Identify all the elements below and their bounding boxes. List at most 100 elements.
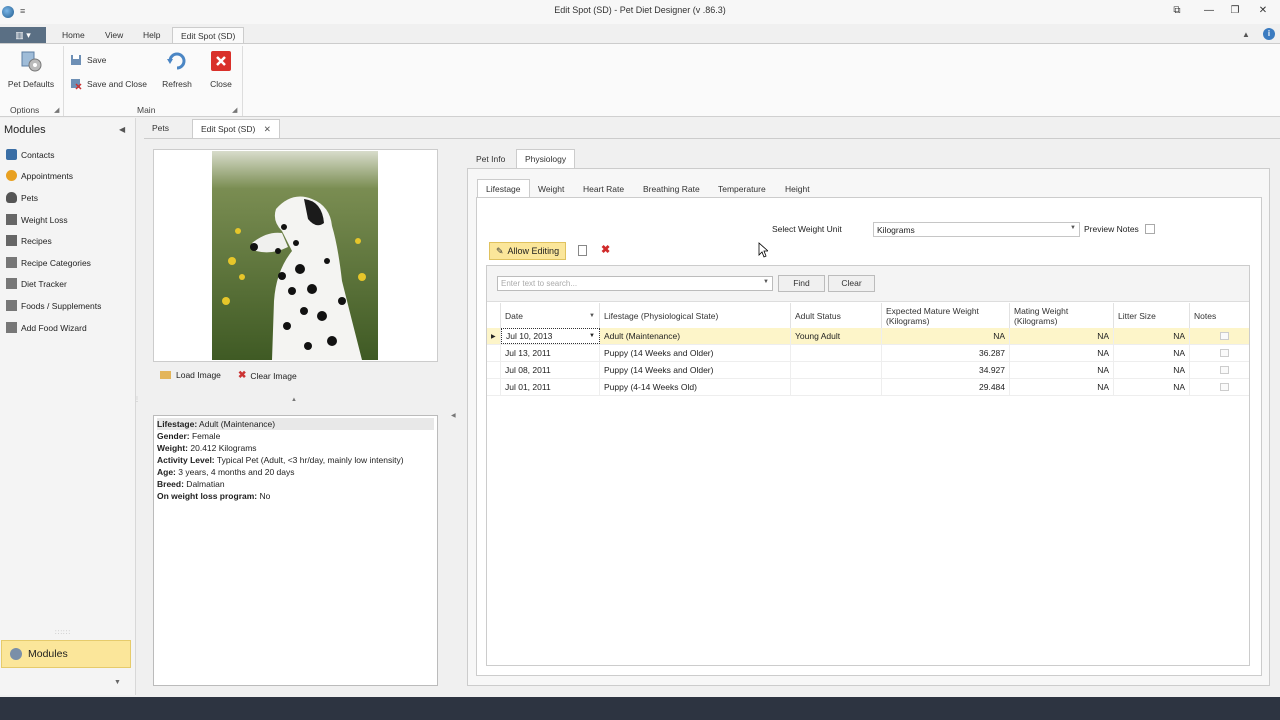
module-label: Recipes <box>21 235 52 246</box>
lifestage-cell[interactable]: Puppy (4-14 Weeks Old) <box>600 379 791 395</box>
tab-heart-rate[interactable]: Heart Rate <box>575 180 632 198</box>
adult-status-cell[interactable] <box>791 345 882 361</box>
tab-lifestage[interactable]: Lifestage <box>477 179 530 198</box>
adult-status-cell[interactable]: Young Adult <box>791 328 882 344</box>
search-input[interactable]: Enter text to search... ▼ <box>497 276 773 291</box>
date-cell[interactable]: Jul 01, 2011 <box>501 379 600 395</box>
main-launcher-icon[interactable]: ◢ <box>232 106 237 114</box>
tab-view[interactable]: View <box>105 30 123 40</box>
col-lifestage-header[interactable]: Lifestage (Physiological State) <box>600 303 791 329</box>
find-button[interactable]: Find <box>778 275 825 292</box>
module-item-appointments[interactable]: Appointments <box>6 170 73 181</box>
restore-layout-icon[interactable]: ⧉ <box>1170 5 1184 17</box>
load-image-button[interactable]: Load Image <box>160 370 221 380</box>
maximize-button[interactable]: ❐ <box>1228 5 1242 17</box>
col-expected-weight-header[interactable]: Expected Mature Weight (Kilograms) <box>882 303 1010 329</box>
delete-record-icon[interactable]: ✖ <box>601 243 610 256</box>
tab-pet-info[interactable]: Pet Info <box>468 150 513 168</box>
tab-weight[interactable]: Weight <box>530 180 572 198</box>
notes-cell[interactable] <box>1190 345 1249 361</box>
save-and-close-button[interactable]: Save and Close <box>70 78 147 90</box>
overflow-chevron-icon[interactable]: ▼ <box>114 679 121 686</box>
module-item-foods-supplements[interactable]: Foods / Supplements <box>6 300 101 311</box>
preview-notes-checkbox[interactable] <box>1145 224 1155 234</box>
table-row[interactable]: Jul 13, 2011 Puppy (14 Weeks and Older) … <box>487 345 1249 362</box>
expected-weight-cell[interactable]: 36.287 <box>882 345 1010 361</box>
col-notes-header[interactable]: Notes <box>1190 303 1249 329</box>
adult-status-cell[interactable] <box>791 379 882 395</box>
minimize-button[interactable]: — <box>1202 5 1216 17</box>
collapse-ribbon-icon[interactable]: ▲ <box>1242 30 1250 39</box>
module-label: Contacts <box>21 149 55 160</box>
notes-cell[interactable] <box>1190 328 1249 344</box>
module-item-pets[interactable]: Pets <box>6 192 38 203</box>
close-button[interactable]: Close <box>206 49 236 89</box>
date-cell[interactable]: Jul 08, 2011 <box>501 362 600 378</box>
col-date-header[interactable]: Date ▼ <box>501 303 600 329</box>
tab-physiology[interactable]: Physiology <box>516 149 576 169</box>
options-launcher-icon[interactable]: ◢ <box>54 106 59 114</box>
refresh-button[interactable]: Refresh <box>160 49 194 89</box>
pet-photo-frame <box>153 149 438 362</box>
info-icon[interactable]: i <box>1263 28 1275 40</box>
adult-status-cell[interactable] <box>791 362 882 378</box>
litter-size-cell[interactable]: NA <box>1114 345 1190 361</box>
info-lifestage: Lifestage: Adult (Maintenance) <box>157 418 434 430</box>
col-adult-status-header[interactable]: Adult Status <box>791 303 882 329</box>
doc-tab-pets[interactable]: Pets <box>144 119 177 138</box>
module-item-weight-loss[interactable]: Weight Loss <box>6 214 68 225</box>
notes-cell[interactable] <box>1190 379 1249 395</box>
tab-home[interactable]: Home <box>62 30 85 40</box>
file-menu-button[interactable]: ▥ ▾ <box>0 27 46 43</box>
tab-temperature[interactable]: Temperature <box>710 180 774 198</box>
close-window-button[interactable]: ✕ <box>1256 5 1270 17</box>
mating-weight-cell[interactable]: NA <box>1010 362 1114 378</box>
mating-weight-cell[interactable]: NA <box>1010 379 1114 395</box>
collapse-modules-icon[interactable]: ◀ <box>119 125 125 134</box>
lifestage-cell[interactable]: Adult (Maintenance) <box>600 328 791 344</box>
litter-size-cell[interactable]: NA <box>1114 362 1190 378</box>
module-item-recipes[interactable]: Recipes <box>6 235 52 246</box>
lifestage-cell[interactable]: Puppy (14 Weeks and Older) <box>600 362 791 378</box>
module-item-add-food-wizard[interactable]: Add Food Wizard <box>6 322 87 333</box>
allow-editing-button[interactable]: ✎ Allow Editing <box>489 242 567 260</box>
module-item-diet-tracker[interactable]: Diet Tracker <box>6 278 67 289</box>
info-breed: Breed: Dalmatian <box>157 479 225 489</box>
tab-height[interactable]: Height <box>777 180 818 198</box>
table-row[interactable]: Jul 08, 2011 Puppy (14 Weeks and Older) … <box>487 362 1249 379</box>
collapse-left-icon[interactable]: ◀ <box>451 412 456 419</box>
date-cell-editor[interactable]: Jul 10, 2013 ▼ <box>501 328 600 344</box>
litter-size-cell[interactable]: NA <box>1114 379 1190 395</box>
mating-weight-cell[interactable]: NA <box>1010 345 1114 361</box>
save-button[interactable]: Save <box>70 54 106 66</box>
pet-defaults-button[interactable]: Pet Defaults <box>4 49 58 89</box>
modules-footer-button[interactable]: Modules <box>1 640 131 668</box>
mating-weight-cell[interactable]: NA <box>1010 328 1114 344</box>
tab-breathing-rate[interactable]: Breathing Rate <box>635 180 708 198</box>
litter-size-cell[interactable]: NA <box>1114 328 1190 344</box>
date-cell[interactable]: Jul 13, 2011 <box>501 345 600 361</box>
tab-edit-spot[interactable]: Edit Spot (SD) <box>172 27 245 43</box>
expected-weight-cell[interactable]: NA <box>882 328 1010 344</box>
close-tab-icon[interactable]: ✕ <box>264 124 271 134</box>
tab-help[interactable]: Help <box>143 30 160 40</box>
table-row[interactable]: Jul 01, 2011 Puppy (4-14 Weeks Old) 29.4… <box>487 379 1249 396</box>
splitter-grip[interactable]: :::::: <box>55 630 71 636</box>
expand-up-icon[interactable]: ▲ <box>291 397 297 403</box>
new-record-icon[interactable] <box>578 245 587 256</box>
table-row[interactable]: ▶ Jul 10, 2013 ▼ Adult (Maintenance) Youn… <box>487 328 1249 345</box>
clear-x-icon: ✖ <box>238 370 247 381</box>
notes-cell[interactable] <box>1190 362 1249 378</box>
doc-tab-edit-spot[interactable]: Edit Spot (SD) ✕ <box>192 119 280 138</box>
col-litter-size-header[interactable]: Litter Size <box>1114 303 1190 329</box>
vertical-splitter-grip[interactable]: ⋮ <box>134 397 140 403</box>
module-item-contacts[interactable]: Contacts <box>6 149 55 160</box>
clear-button[interactable]: Clear <box>828 275 875 292</box>
weight-unit-select[interactable]: Kilograms ▼ <box>873 222 1080 237</box>
expected-weight-cell[interactable]: 34.927 <box>882 362 1010 378</box>
module-item-recipe-categories[interactable]: Recipe Categories <box>6 257 91 268</box>
clear-image-button[interactable]: ✖ Clear Image <box>238 370 297 381</box>
lifestage-cell[interactable]: Puppy (14 Weeks and Older) <box>600 345 791 361</box>
col-mating-weight-header[interactable]: Mating Weight (Kilograms) <box>1010 303 1114 329</box>
expected-weight-cell[interactable]: 29.484 <box>882 379 1010 395</box>
